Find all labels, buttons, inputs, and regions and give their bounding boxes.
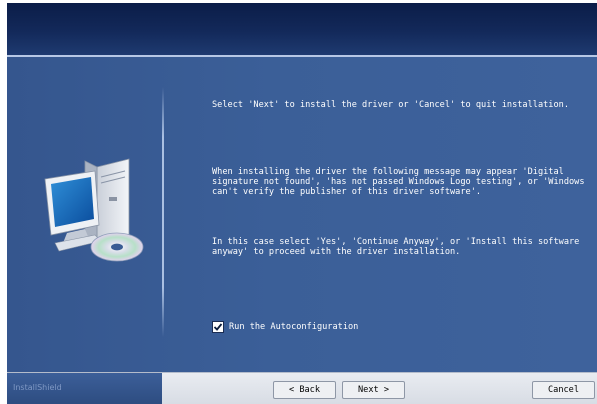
main-panel: Select 'Next' to install the driver or '… (7, 57, 597, 372)
intro-message: Select 'Next' to install the driver or '… (212, 100, 569, 110)
header-band (7, 3, 597, 55)
panel-divider (162, 87, 164, 337)
installer-window: Select 'Next' to install the driver or '… (7, 3, 597, 404)
checkbox-box[interactable] (212, 321, 224, 333)
cancel-button[interactable]: Cancel (532, 381, 595, 399)
checkmark-icon (213, 323, 223, 331)
signature-warning-message: When installing the driver the following… (212, 167, 585, 197)
button-bar: InstallShield < Back Next > Cancel (7, 372, 597, 404)
computer-icon (44, 158, 144, 262)
monitor-icon (44, 170, 102, 252)
proceed-instruction-message: In this case select 'Yes', 'Continue Any… (212, 237, 580, 257)
next-button[interactable]: Next > (342, 381, 405, 399)
cd-icon (90, 232, 144, 262)
installshield-brand: InstallShield (13, 383, 62, 392)
checkbox-label: Run the Autoconfiguration (229, 322, 359, 332)
back-button[interactable]: < Back (273, 381, 336, 399)
brand-strip: InstallShield (7, 373, 162, 404)
autoconfiguration-checkbox[interactable]: Run the Autoconfiguration (212, 321, 358, 333)
